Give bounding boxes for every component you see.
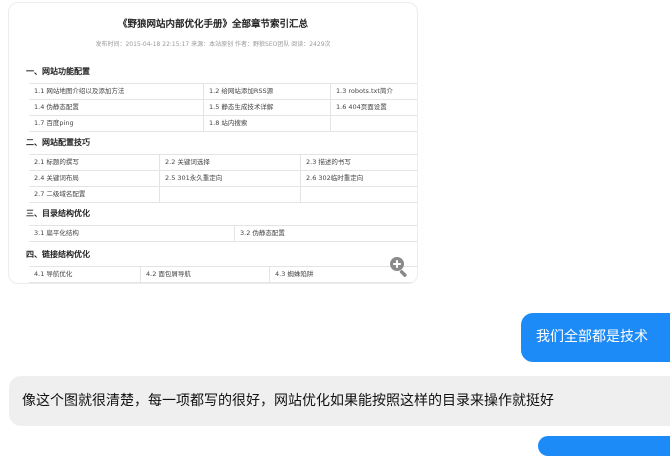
table-cell: 1.4 伪静态配置 <box>29 100 204 115</box>
table-cell: 1.1 网站地图介绍以及添加方法 <box>29 84 204 99</box>
table-cell: 2.6 302临时重定向 <box>306 174 364 182</box>
table-row: 3.1 扁平化结构 3.2 伪静态配置 <box>29 226 417 242</box>
table-cell: 2.5 301永久重定向 <box>160 171 301 186</box>
table-row: 1.1 网站地图介绍以及添加方法 1.2 给网站添加RSS源 1.3 robot… <box>29 84 417 100</box>
table-cell: 4.1 导航优化 <box>29 267 141 282</box>
table-row: 1.7 百度ping 1.8 站内搜索 <box>29 116 417 132</box>
table-cell: 2.4 关键词布局 <box>29 171 160 186</box>
table-cell: 3.1 扁平化结构 <box>29 226 235 241</box>
table-cell: 1.2 给网站添加RSS源 <box>204 84 331 99</box>
table-cell: 2.3 描述的书写 <box>306 158 351 166</box>
outgoing-message-bubble[interactable]: 我们全部都是技术 <box>521 313 670 362</box>
table-cell: 2.1 标题的撰写 <box>29 155 160 170</box>
outgoing-message-text: 我们全部都是技术 <box>536 329 648 345</box>
table-row: 2.4 关键词布局 2.5 301永久重定向 2.6 302临时重定向 <box>29 171 417 187</box>
table-cell: 1.8 站内搜索 <box>204 116 331 131</box>
section-table-1: 1.1 网站地图介绍以及添加方法 1.2 给网站添加RSS源 1.3 robot… <box>29 83 417 132</box>
document-title: 《野狼网站内部优化手册》全部章节索引汇总 <box>117 19 308 30</box>
section-table-3: 3.1 扁平化结构 3.2 伪静态配置 <box>29 225 417 242</box>
section-heading-3: 三、目录结构优化 <box>26 209 90 218</box>
document-meta: 发布时间：2015-04-18 22:15:17 来源：本站原创 作者：野狼SE… <box>95 41 331 48</box>
table-cell: 4.2 面包屑导航 <box>141 267 270 282</box>
table-cell <box>160 187 301 202</box>
table-cell: 1.3 robots.txt简介 <box>336 87 393 95</box>
incoming-message-text: 像这个图就很清楚，每一项都写的很好，网站优化如果能按照这样的目录来操作就挺好 <box>22 393 554 409</box>
table-cell: 1.5 静态生成技术详解 <box>204 100 331 115</box>
table-cell: 1.6 404页面设置 <box>336 103 387 111</box>
table-cell: 3.2 伪静态配置 <box>240 229 285 237</box>
table-row: 2.7 二级域名配置 <box>29 187 417 203</box>
table-cell: 2.7 二级域名配置 <box>29 187 160 202</box>
section-heading-4: 四、链接结构优化 <box>26 250 90 259</box>
table-cell: 1.7 百度ping <box>29 116 204 131</box>
table-cell: 2.2 关键词选择 <box>160 155 301 170</box>
outgoing-message-bubble-partial[interactable] <box>538 436 670 456</box>
section-table-4: 4.1 导航优化 4.2 面包屑导航 4.3 蜘蛛陷阱 <box>29 266 417 283</box>
table-cell <box>301 187 417 202</box>
table-row: 4.1 导航优化 4.2 面包屑导航 4.3 蜘蛛陷阱 <box>29 267 417 283</box>
zoom-in-icon[interactable] <box>388 255 410 277</box>
section-heading-2: 二、网站配置技巧 <box>26 138 90 147</box>
table-cell <box>331 116 417 131</box>
table-row: 2.1 标题的撰写 2.2 关键词选择 2.3 描述的书写 <box>29 155 417 171</box>
incoming-message-bubble[interactable]: 像这个图就很清楚，每一项都写的很好，网站优化如果能按照这样的目录来操作就挺好 <box>9 376 670 426</box>
table-row: 1.4 伪静态配置 1.5 静态生成技术详解 1.6 404页面设置 <box>29 100 417 116</box>
shared-document-image[interactable]: 《野狼网站内部优化手册》全部章节索引汇总 发布时间：2015-04-18 22:… <box>8 2 418 284</box>
section-table-2: 2.1 标题的撰写 2.2 关键词选择 2.3 描述的书写 2.4 关键词布局 … <box>29 154 417 203</box>
section-heading-1: 一、网站功能配置 <box>26 67 90 76</box>
